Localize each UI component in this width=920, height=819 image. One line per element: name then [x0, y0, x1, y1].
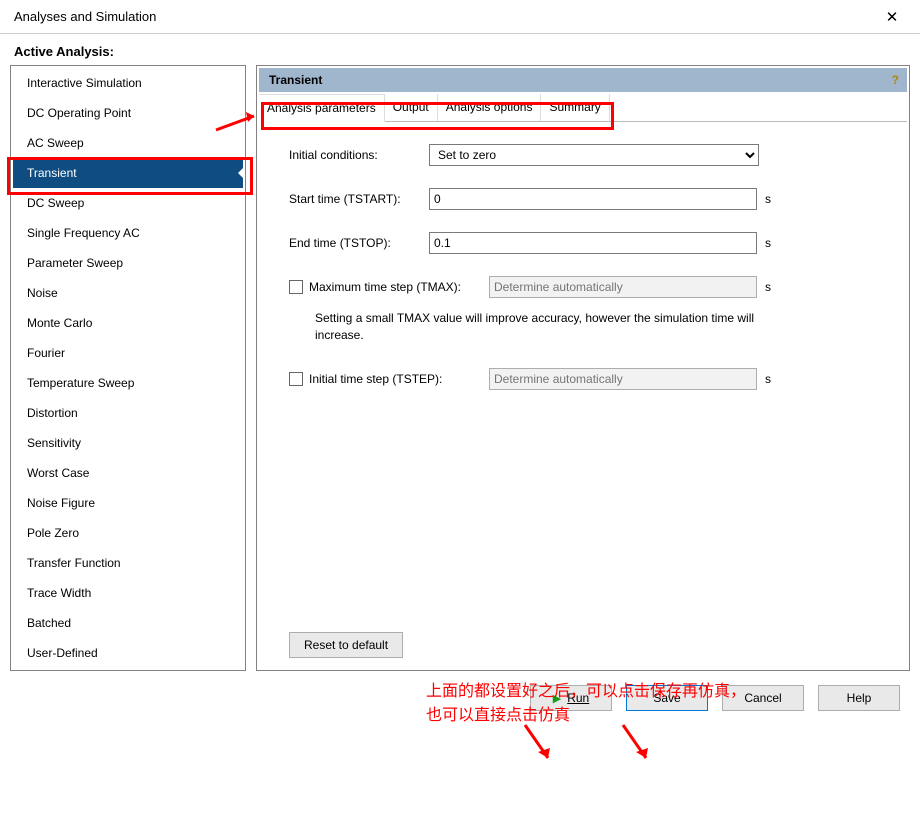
max-step-input[interactable] [489, 276, 757, 298]
sidebar-item-transient[interactable]: Transient [13, 158, 243, 188]
play-icon: ▶ [553, 692, 561, 705]
init-step-checkbox[interactable] [289, 372, 303, 386]
start-time-input[interactable] [429, 188, 757, 210]
window-title: Analyses and Simulation [14, 9, 156, 24]
run-button[interactable]: ▶ Run [530, 685, 612, 711]
sidebar-item-noise-figure[interactable]: Noise Figure [13, 488, 243, 518]
sidebar-item-worst-case[interactable]: Worst Case [13, 458, 243, 488]
tab-summary[interactable]: Summary [541, 94, 609, 121]
sidebar-item-transfer-function[interactable]: Transfer Function [13, 548, 243, 578]
save-button[interactable]: Save [626, 685, 708, 711]
end-time-unit: s [765, 236, 771, 250]
cancel-button[interactable]: Cancel [722, 685, 804, 711]
max-step-checkbox[interactable] [289, 280, 303, 294]
sidebar-item-fourier[interactable]: Fourier [13, 338, 243, 368]
sidebar-item-sensitivity[interactable]: Sensitivity [13, 428, 243, 458]
initial-conditions-label: Initial conditions: [289, 148, 429, 162]
start-time-unit: s [765, 192, 771, 206]
analysis-sidebar: Interactive SimulationDC Operating Point… [10, 65, 246, 671]
init-step-label: Initial time step (TSTEP): [309, 372, 442, 386]
max-step-unit: s [765, 280, 771, 294]
sidebar-item-dc-operating-point[interactable]: DC Operating Point [13, 98, 243, 128]
sidebar-item-parameter-sweep[interactable]: Parameter Sweep [13, 248, 243, 278]
sidebar-item-distortion[interactable]: Distortion [13, 398, 243, 428]
initial-conditions-select[interactable]: Set to zero [429, 144, 759, 166]
help-button[interactable]: Help [818, 685, 900, 711]
sidebar-item-batched[interactable]: Batched [13, 608, 243, 638]
help-icon[interactable]: ? [892, 73, 899, 87]
annotation-arrow-run [520, 720, 560, 770]
panel-header: Transient ? [259, 68, 907, 92]
end-time-input[interactable] [429, 232, 757, 254]
tab-analysis-parameters[interactable]: Analysis parameters [259, 94, 385, 122]
tmax-hint: Setting a small TMAX value will improve … [315, 310, 755, 344]
reset-button[interactable]: Reset to default [289, 632, 403, 658]
tab-bar: Analysis parametersOutputAnalysis option… [259, 94, 907, 122]
sidebar-item-user-defined[interactable]: User-Defined [13, 638, 243, 668]
sidebar-item-temperature-sweep[interactable]: Temperature Sweep [13, 368, 243, 398]
run-label: Run [567, 691, 589, 705]
max-step-label: Maximum time step (TMAX): [309, 280, 461, 294]
sidebar-item-single-frequency-ac[interactable]: Single Frequency AC [13, 218, 243, 248]
sidebar-item-monte-carlo[interactable]: Monte Carlo [13, 308, 243, 338]
close-icon[interactable]: ✕ [872, 3, 912, 31]
tab-analysis-options[interactable]: Analysis options [438, 94, 542, 121]
footer: ▶ Run Save Cancel Help [0, 675, 920, 725]
titlebar: Analyses and Simulation ✕ [0, 0, 920, 34]
active-analysis-label: Active Analysis: [0, 34, 920, 65]
start-time-label: Start time (TSTART): [289, 192, 429, 206]
form-area: Initial conditions: Set to zero Start ti… [259, 122, 907, 668]
sidebar-item-pole-zero[interactable]: Pole Zero [13, 518, 243, 548]
sidebar-item-noise[interactable]: Noise [13, 278, 243, 308]
sidebar-item-ac-sweep[interactable]: AC Sweep [13, 128, 243, 158]
init-step-unit: s [765, 372, 771, 386]
sidebar-item-trace-width[interactable]: Trace Width [13, 578, 243, 608]
end-time-label: End time (TSTOP): [289, 236, 429, 250]
panel-title: Transient [269, 73, 322, 87]
tab-output[interactable]: Output [385, 94, 438, 121]
annotation-arrow-save [618, 720, 658, 770]
main-panel: Transient ? Analysis parametersOutputAna… [256, 65, 910, 671]
init-step-input[interactable] [489, 368, 757, 390]
sidebar-item-dc-sweep[interactable]: DC Sweep [13, 188, 243, 218]
sidebar-item-interactive-simulation[interactable]: Interactive Simulation [13, 68, 243, 98]
